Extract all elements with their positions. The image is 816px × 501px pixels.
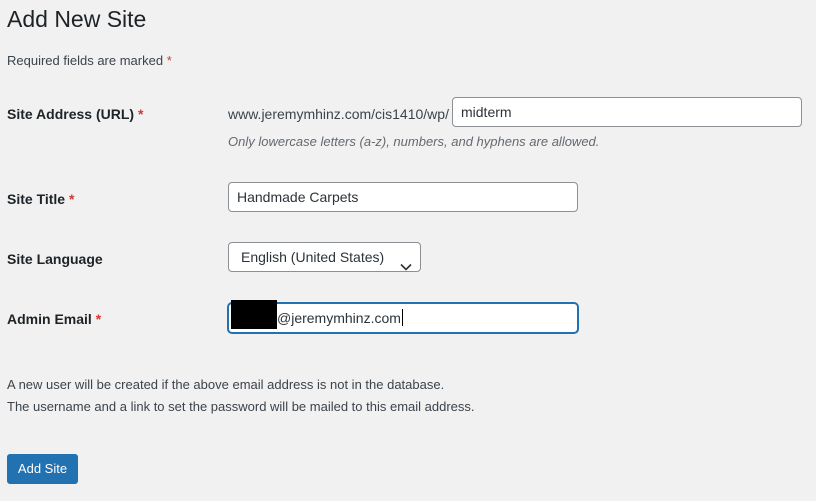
- required-fields-note: Required fields are marked *: [7, 52, 172, 70]
- required-asterisk: *: [137, 106, 144, 122]
- site-url-prefix: www.jeremymhinz.com/cis1410/wp/: [228, 106, 449, 122]
- required-asterisk: *: [95, 311, 102, 327]
- site-address-hint: Only lowercase letters (a-z), numbers, a…: [228, 134, 600, 149]
- site-language-selected: English (United States): [241, 249, 385, 265]
- site-address-label: Site Address (URL) *: [7, 104, 143, 124]
- description-line-1: A new user will be created if the above …: [7, 377, 445, 392]
- site-title-label: Site Title *: [7, 189, 74, 209]
- required-asterisk: *: [166, 53, 172, 68]
- required-asterisk: *: [68, 191, 75, 207]
- site-title-input[interactable]: [228, 182, 578, 212]
- admin-email-label-text: Admin Email: [7, 311, 92, 327]
- admin-email-value: @jeremymhinz.com: [277, 304, 403, 332]
- page-title: Add New Site: [7, 6, 147, 32]
- site-language-select[interactable]: English (United States): [228, 242, 421, 272]
- site-address-label-text: Site Address (URL): [7, 106, 135, 122]
- chevron-down-icon: [400, 252, 412, 271]
- new-user-description: A new user will be created if the above …: [7, 374, 475, 418]
- site-address-input[interactable]: [452, 97, 802, 127]
- add-site-button[interactable]: Add Site: [7, 454, 78, 484]
- text-caret: [401, 309, 403, 326]
- description-line-2: The username and a link to set the passw…: [7, 399, 475, 414]
- admin-email-label: Admin Email *: [7, 309, 101, 329]
- redaction-block: [231, 300, 277, 329]
- admin-email-value-text: @jeremymhinz.com: [277, 310, 401, 326]
- site-title-label-text: Site Title: [7, 191, 66, 207]
- site-language-label: Site Language: [7, 251, 103, 267]
- admin-email-input[interactable]: @jeremymhinz.com: [228, 300, 578, 333]
- required-note-text: Required fields are marked: [7, 53, 164, 68]
